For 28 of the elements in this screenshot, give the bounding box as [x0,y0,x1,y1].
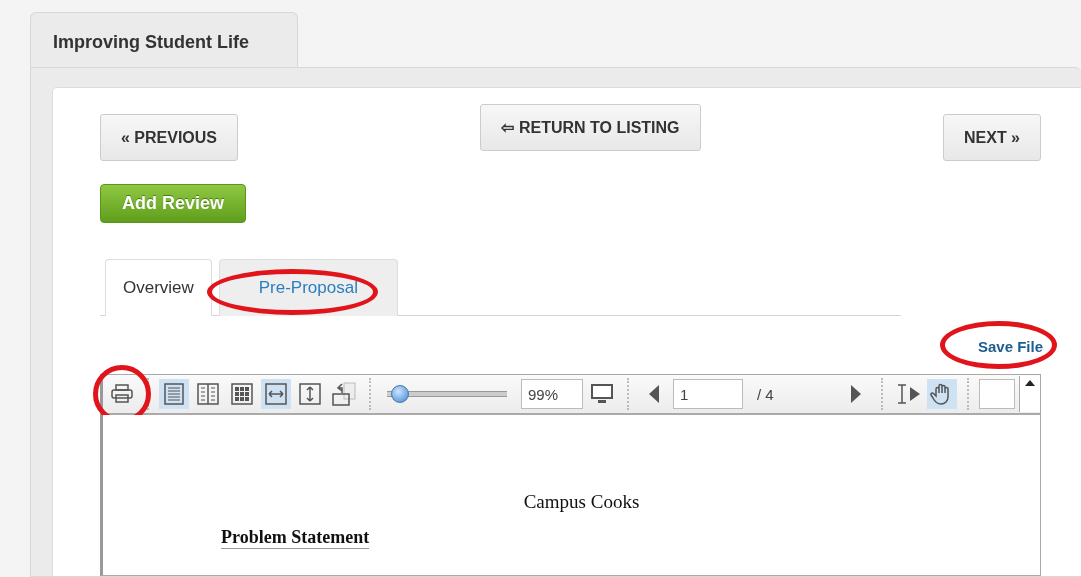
rotate-icon [332,382,356,406]
document-heading: Problem Statement [221,527,370,549]
grid-icon [231,383,253,405]
next-button[interactable]: NEXT » [943,114,1041,161]
page-field[interactable]: 1 [673,379,743,409]
monitor-icon [591,384,613,404]
left-triangle-icon [649,385,659,403]
tab[interactable]: Overview [105,259,212,316]
single-page-icon [164,383,184,405]
cursor-tool-button[interactable] [927,379,957,409]
slider-thumb[interactable] [391,385,409,403]
document-title: Campus Cooks [522,491,641,513]
toolbar-button[interactable] [329,379,359,409]
toolbar-button[interactable] [261,379,291,409]
page-tab[interactable]: Improving Student Life [30,12,298,67]
page-count: / 4 [756,385,775,403]
previous-button[interactable]: « PREVIOUS [100,114,239,161]
return-to-listing-button[interactable]: ⇦ RETURN TO LISTING [480,104,701,151]
two-page-icon [197,383,219,405]
fit-width-icon [265,383,287,405]
fit-height-icon [299,383,321,405]
zoom-field[interactable]: 99% [521,379,583,409]
print-icon [111,384,133,404]
search-field[interactable] [979,379,1015,409]
save-file-link[interactable]: Save File [977,337,1043,355]
toolbar-button[interactable] [159,379,189,409]
scroll-up-button[interactable] [1019,376,1040,412]
right-triangle-icon [851,385,861,403]
